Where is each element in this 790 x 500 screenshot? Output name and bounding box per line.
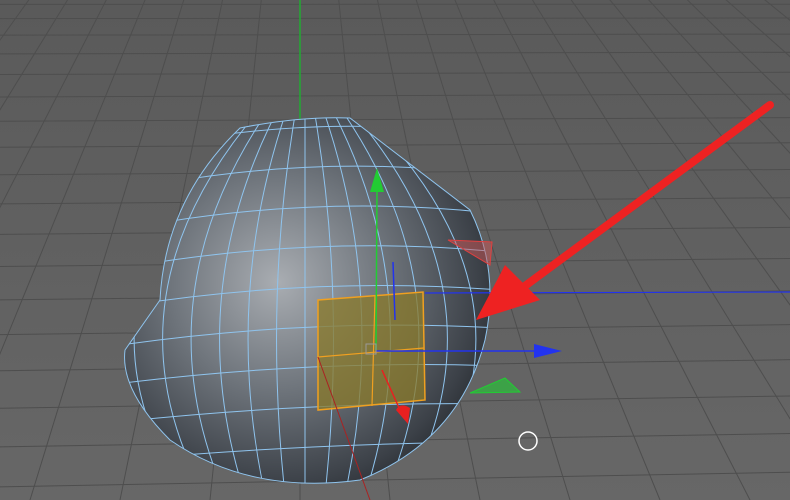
3d-viewport[interactable] xyxy=(0,0,790,500)
viewport-scene[interactable] xyxy=(0,0,790,500)
y-axis-handle[interactable] xyxy=(375,189,378,351)
grid-line xyxy=(0,17,790,20)
